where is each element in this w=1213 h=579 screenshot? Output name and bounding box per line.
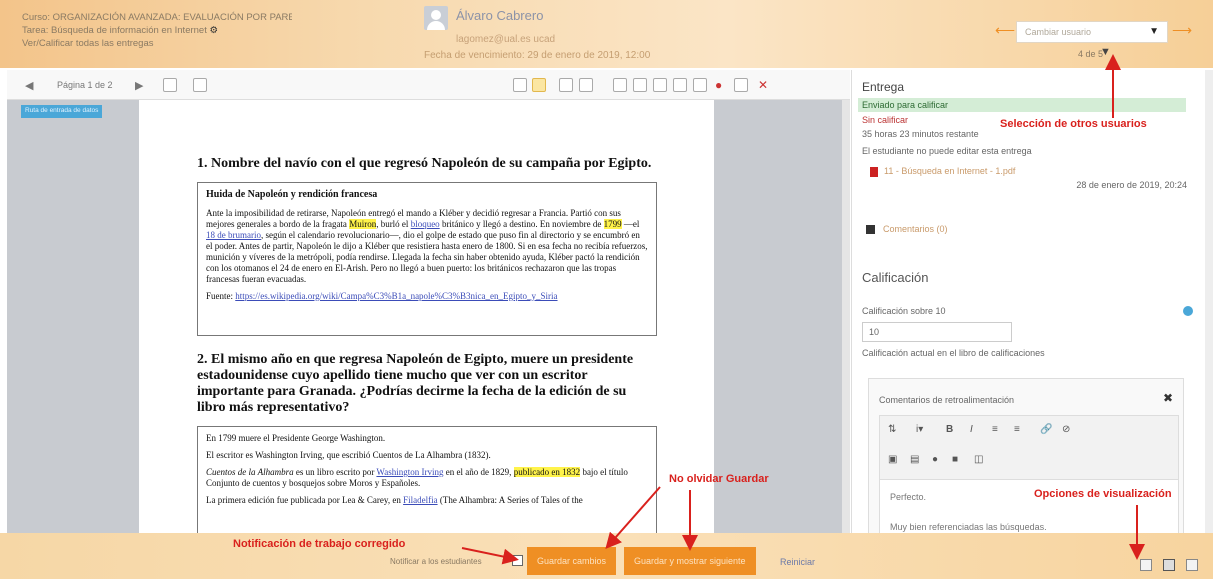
annotation-select-users: Selección de otros usuarios	[1000, 118, 1147, 130]
annotation-graded-notification: Notificación de trabajo corregido	[233, 538, 406, 550]
annotation-dont-forget-save: No olvidar Guardar	[669, 473, 769, 485]
arrow-to-notify	[461, 547, 519, 565]
arrow-to-save	[605, 486, 661, 550]
grader-app: Curso: ORGANIZACIÓN AVANZADA: EVALUACIÓN…	[0, 0, 1213, 579]
annotation-view-options: Opciones de visualización	[1034, 488, 1172, 500]
annotation-arrows	[461, 54, 1145, 565]
